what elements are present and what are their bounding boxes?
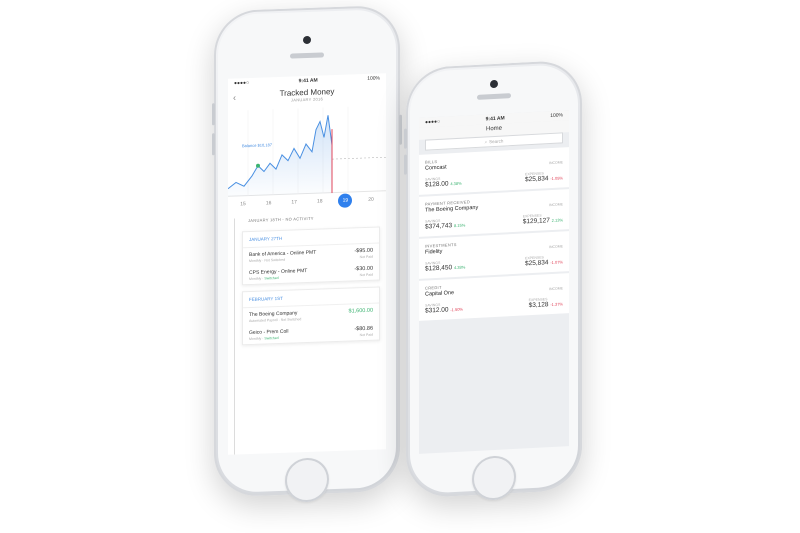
signal-icon: ●●●●○: [425, 118, 441, 126]
phone-left: ●●●●○ 9:41 AM 100% ‹ Tracked Money JANUA…: [212, 4, 402, 503]
status-time: 9:41 AM: [298, 77, 318, 85]
volume-up-button: [212, 103, 215, 126]
expenses-change: -1.07%: [550, 259, 563, 266]
transaction-meta: Monthly · Switched: [249, 335, 279, 342]
power-button: [399, 114, 402, 145]
transaction-status: [349, 315, 373, 316]
account-tag: INCOME: [549, 160, 563, 166]
savings-value: $312.00 -1.50%: [425, 306, 463, 315]
battery-label: 100%: [367, 75, 380, 82]
balance-chart[interactable]: Balance $10,187: [228, 105, 386, 197]
account-tag: INCOME: [549, 202, 563, 208]
status-time: 9:41 AM: [485, 115, 505, 123]
activity-group: FEBRUARY 1ST The Boeing Company Automate…: [242, 286, 380, 346]
transaction-meta: Automated Payroll · Not Switched: [249, 317, 302, 324]
account-tag: INCOME: [549, 244, 563, 250]
transaction-amount: $1,600.00: [348, 307, 373, 315]
date-item[interactable]: 16: [262, 200, 276, 206]
search-placeholder: Search: [489, 138, 504, 145]
search-icon: ⌕: [484, 139, 488, 145]
transaction-status: Not Paid: [359, 254, 373, 260]
savings-value: $374,743 8.15%: [425, 222, 466, 231]
balance-label: Balance $10,187: [242, 142, 273, 149]
date-item-selected[interactable]: 19: [338, 193, 353, 208]
expenses-change: 2.13%: [551, 217, 563, 223]
savings-change: 8.15%: [453, 222, 466, 229]
signal-icon: ●●●●○: [234, 80, 250, 87]
savings-value: $128.00 4.38%: [425, 180, 462, 189]
list-item[interactable]: Geico - Prem Coll Monthly · Switched -$8…: [243, 321, 379, 344]
account-tag: INCOME: [549, 286, 563, 292]
balance-chart-svg: [228, 106, 386, 197]
transaction-amount: -$30.00: [354, 265, 373, 273]
volume-down-button: [404, 154, 407, 175]
expenses-change: -1.37%: [550, 301, 563, 308]
expenses-value: $25,834 -1.07%: [525, 259, 563, 268]
right-screen: ●●●●○ 9:41 AM 100% Home ⌕ Search BILLS C…: [419, 110, 569, 454]
volume-up-button: [404, 128, 407, 149]
transaction-amount: -$80.86: [354, 325, 373, 333]
account-card[interactable]: INVESTMENTS Fidelity INCOME SAVINGS $128…: [419, 231, 569, 279]
chevron-left-icon[interactable]: ‹: [233, 92, 236, 102]
transaction-meta: Monthly · Switched: [249, 275, 279, 282]
expenses-value: $129,127 2.13%: [522, 217, 563, 226]
left-screen: ●●●●○ 9:41 AM 100% ‹ Tracked Money JANUA…: [228, 73, 386, 455]
expenses-change: -1.05%: [550, 175, 563, 182]
date-item[interactable]: 20: [364, 197, 378, 203]
projection-line: [332, 156, 386, 160]
battery-label: 100%: [550, 112, 563, 120]
timeline-rail: [234, 218, 235, 455]
home-button: [472, 454, 516, 502]
expenses-value: $25,834 -1.05%: [525, 175, 563, 184]
phone-right: ●●●●○ 9:41 AM 100% Home ⌕ Search BILLS C…: [404, 59, 582, 502]
transaction-status: Not Paid: [359, 272, 373, 278]
account-card[interactable]: CREDIT Capital One INCOME SAVINGS $312.0…: [419, 273, 569, 321]
savings-change: 4.38%: [453, 264, 466, 271]
savings-change: 4.38%: [450, 180, 462, 187]
transaction-status: Not Paid: [359, 332, 373, 338]
account-card[interactable]: PAYMENT RECEIVED The Boeing Company INCO…: [419, 189, 569, 237]
list-item[interactable]: CPS Energy - Online PMT Monthly · Switch…: [243, 261, 379, 284]
date-item[interactable]: 15: [236, 201, 250, 207]
volume-down-button: [212, 133, 215, 156]
account-card[interactable]: BILLS Comcast INCOME SAVINGS $128.00 4.3…: [419, 147, 569, 195]
date-item[interactable]: 18: [313, 198, 327, 204]
transaction-amount: -$95.00: [354, 247, 373, 255]
activity-group: JANUARY 27TH Bank of America - Online PM…: [242, 226, 380, 286]
balance-area: [228, 115, 332, 197]
mockup-stage: ●●●●○ 9:41 AM 100% ‹ Tracked Money JANUA…: [0, 0, 800, 533]
home-button: [285, 457, 329, 503]
date-item[interactable]: 17: [287, 199, 301, 205]
savings-value: $128,450 4.38%: [425, 264, 466, 273]
savings-change: -1.50%: [450, 306, 463, 313]
expenses-value: $3,128 -1.37%: [528, 301, 563, 310]
